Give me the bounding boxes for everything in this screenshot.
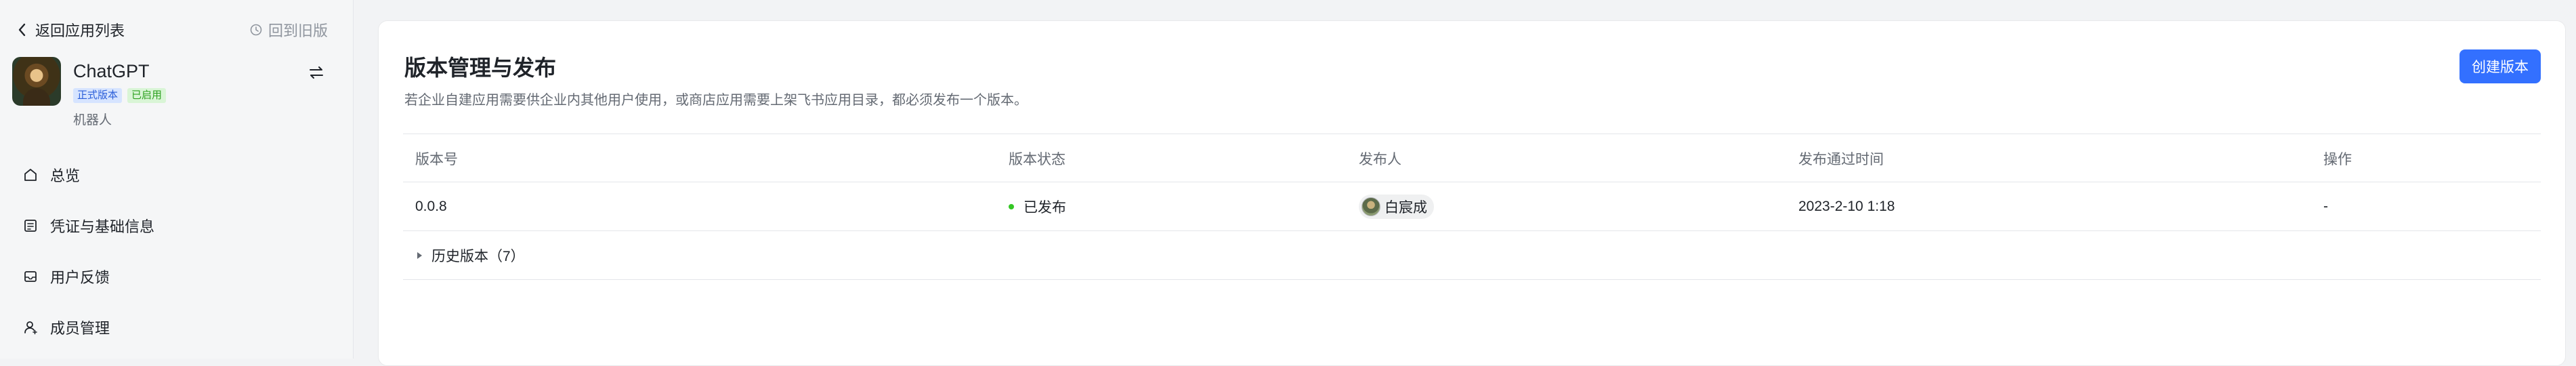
home-icon (24, 168, 37, 181)
sidebar-topbar: 返回应用列表 回到旧版 (16, 16, 328, 43)
sidebar-item-label: 总览 (50, 167, 81, 184)
app-info-card: ChatGPT 正式版本 已启用 机器人 (12, 57, 331, 131)
column-header-status: 版本状态 (1009, 152, 1065, 167)
status-dot (1009, 204, 1014, 209)
sidebar: 返回应用列表 回到旧版 ChatGPT 正式版本 已启用 机器人 总览 凭证与基… (0, 0, 354, 359)
back-link-label: 返回应用列表 (35, 22, 125, 39)
back-to-app-list-link[interactable]: 返回应用列表 (16, 19, 125, 41)
column-header-version: 版本号 (415, 152, 458, 167)
back-to-old-version-link[interactable]: 回到旧版 (249, 19, 328, 41)
status-label: 已发布 (1023, 200, 1066, 216)
enabled-badge: 已启用 (127, 88, 167, 103)
sidebar-item-feedback[interactable]: 用户反馈 (0, 251, 352, 302)
inbox-icon (24, 270, 37, 282)
publisher-avatar (1361, 197, 1380, 216)
sidebar-item-overview[interactable]: 总览 (0, 149, 352, 200)
history-clock-icon (250, 24, 262, 36)
caret-right-icon (417, 252, 422, 259)
sidebar-item-credentials[interactable]: 凭证与基础信息 (0, 200, 352, 251)
column-header-publisher: 发布人 (1359, 152, 1401, 167)
version-status: 已发布 (1009, 182, 1066, 231)
app-type: 机器人 (73, 113, 112, 127)
member-icon (24, 321, 37, 334)
app-name: ChatGPT (73, 61, 150, 81)
table-row[interactable]: 0.0.8 已发布 白宸成 2023-2-10 1:18 - (403, 182, 2541, 231)
app-badges: 正式版本 已启用 (73, 88, 167, 103)
version-number: 0.0.8 (415, 199, 447, 214)
history-versions-row[interactable]: 历史版本（7） (403, 231, 2541, 280)
row-action: - (2323, 199, 2328, 214)
table-header: 版本号 版本状态 发布人 发布通过时间 操作 (403, 134, 2541, 182)
create-version-button[interactable]: 创建版本 (2459, 49, 2541, 83)
old-version-label: 回到旧版 (268, 22, 328, 39)
publisher-cell: 白宸成 (1359, 182, 1434, 231)
page-title: 版本管理与发布 (404, 56, 557, 80)
history-versions-toggle[interactable]: 历史版本（7） (415, 231, 525, 280)
chevron-left-icon (18, 23, 26, 37)
column-header-approved-time: 发布通过时间 (1798, 152, 1884, 167)
sidebar-item-label: 凭证与基础信息 (50, 218, 155, 235)
sidebar-item-label: 用户反馈 (50, 268, 110, 286)
publisher-name: 白宸成 (1385, 200, 1427, 216)
switch-app-icon[interactable] (308, 64, 325, 81)
sidebar-item-label: 成员管理 (50, 319, 110, 337)
column-header-actions: 操作 (2323, 152, 2352, 167)
app-avatar (12, 57, 61, 106)
sidebar-nav: 总览 凭证与基础信息 用户反馈 成员管理 (0, 149, 352, 352)
page-description: 若企业自建应用需要供企业内其他用户使用，或商店应用需要上架飞书应用目录，都必须发… (404, 93, 1028, 108)
history-versions-label: 历史版本（7） (431, 249, 525, 264)
approved-time: 2023-2-10 1:18 (1798, 199, 1895, 214)
credential-icon (24, 219, 37, 232)
publisher-chip[interactable]: 白宸成 (1359, 195, 1434, 219)
version-table: 版本号 版本状态 发布人 发布通过时间 操作 0.0.8 已发布 白宸成 202… (403, 134, 2541, 280)
sidebar-item-members[interactable]: 成员管理 (0, 302, 352, 352)
version-management-panel: 版本管理与发布 若企业自建应用需要供企业内其他用户使用，或商店应用需要上架飞书应… (378, 20, 2566, 366)
release-badge: 正式版本 (73, 88, 123, 103)
